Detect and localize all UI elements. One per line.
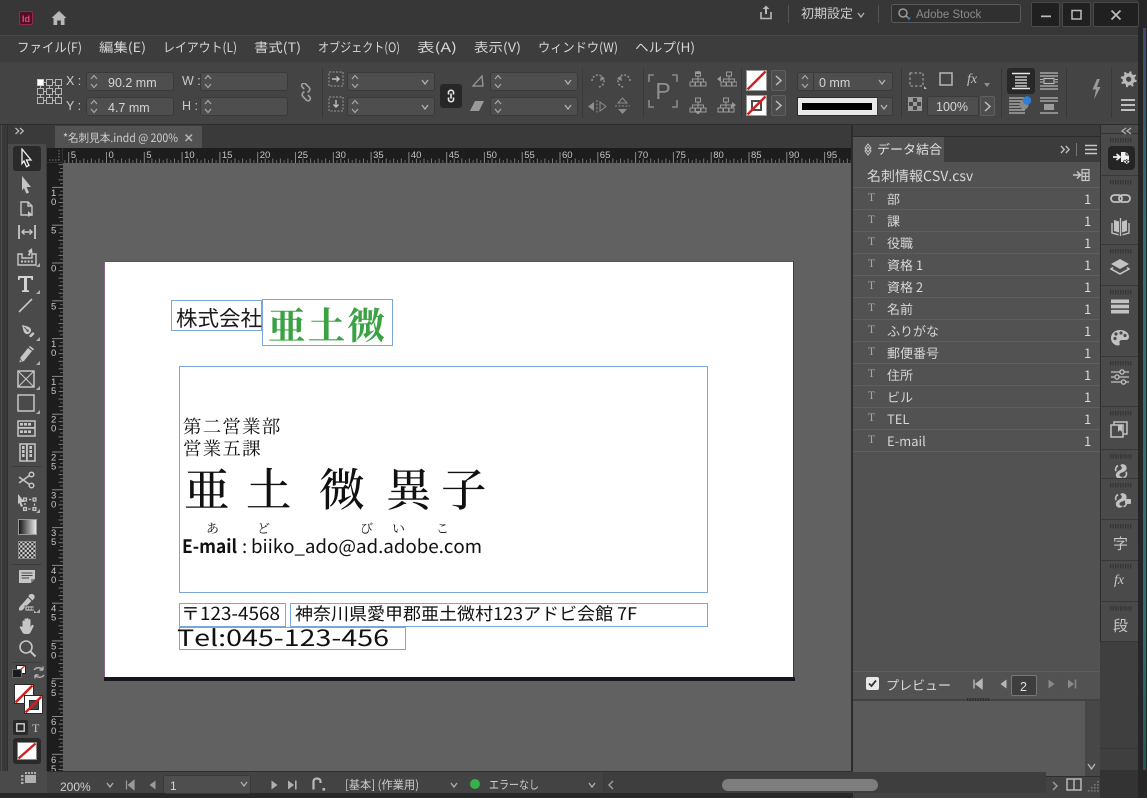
svg-text:0: 0: [109, 150, 114, 161]
svg-text:5: 5: [51, 386, 56, 397]
svg-text:5: 5: [51, 613, 56, 624]
svg-text:5: 5: [51, 764, 56, 771]
svg-text:15: 15: [222, 150, 233, 161]
svg-text:35: 35: [373, 150, 384, 161]
svg-text:45: 45: [449, 150, 460, 161]
svg-text:5: 5: [71, 150, 76, 161]
svg-text:5: 5: [51, 226, 56, 237]
svg-text:P: P: [655, 78, 670, 104]
svg-text:0: 0: [51, 726, 56, 737]
svg-text:10: 10: [184, 150, 195, 161]
svg-text:55: 55: [524, 150, 535, 161]
svg-text:65: 65: [600, 150, 611, 161]
svg-text:0: 0: [51, 499, 56, 510]
svg-text:25: 25: [298, 150, 309, 161]
svg-text:75: 75: [675, 150, 686, 161]
svg-text:0: 0: [51, 348, 56, 359]
svg-text:90: 90: [789, 150, 800, 161]
svg-text:0: 0: [51, 264, 56, 275]
svg-text:30: 30: [335, 150, 346, 161]
svg-text:95: 95: [827, 150, 838, 161]
svg-text:40: 40: [411, 150, 422, 161]
svg-text:5: 5: [51, 462, 56, 473]
svg-text:5: 5: [51, 688, 56, 699]
svg-text:5: 5: [51, 537, 56, 548]
svg-text:0: 0: [51, 424, 56, 435]
svg-text:85: 85: [751, 150, 762, 161]
svg-text:80: 80: [713, 150, 724, 161]
svg-text:60: 60: [562, 150, 573, 161]
svg-text:70: 70: [638, 150, 649, 161]
svg-text:5: 5: [146, 150, 151, 161]
svg-text:0: 0: [51, 197, 56, 208]
svg-text:20: 20: [260, 150, 271, 161]
svg-text:0: 0: [51, 575, 56, 586]
svg-text:0: 0: [51, 650, 56, 661]
svg-text:50: 50: [486, 150, 497, 161]
svg-text:5: 5: [51, 301, 56, 312]
